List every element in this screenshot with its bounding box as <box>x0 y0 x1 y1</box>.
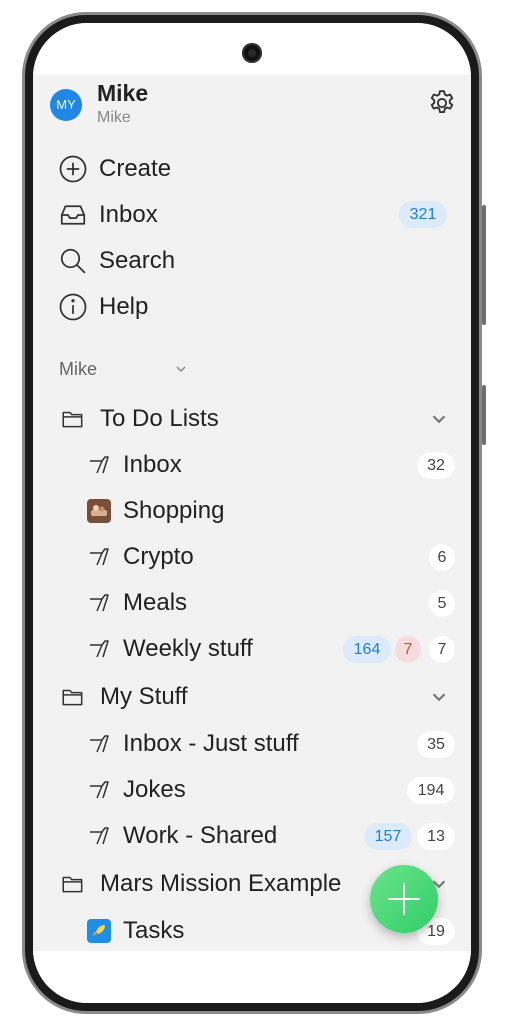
nav-help-label: Help <box>99 293 149 320</box>
list-arrow-icon <box>85 591 113 615</box>
red-count-badge: 7 <box>395 636 421 663</box>
status-area <box>33 23 471 75</box>
list-label: Jokes <box>123 776 186 803</box>
folder-icon <box>58 406 88 432</box>
list-arrow-icon <box>85 778 113 802</box>
blue-count-badge: 157 <box>364 823 412 850</box>
list-arrow-icon <box>85 824 113 848</box>
list-label: Crypto <box>123 543 194 570</box>
shopping-image-icon <box>87 499 111 523</box>
power-button <box>482 205 486 325</box>
folder-label: To Do Lists <box>100 405 219 432</box>
nav-inbox-label: Inbox <box>99 201 158 228</box>
chevron-down-icon[interactable] <box>428 686 450 708</box>
inbox-count-badge: 321 <box>399 201 447 228</box>
count-badge: 13 <box>417 823 455 850</box>
camera-icon <box>242 43 262 63</box>
folder-icon <box>58 684 88 710</box>
nav-search[interactable]: Search <box>33 243 471 279</box>
list-arrow-icon <box>85 545 113 569</box>
tray-icon <box>57 200 89 230</box>
nav-search-label: Search <box>99 247 176 274</box>
folder-my-stuff[interactable]: My Stuff <box>33 679 471 715</box>
volume-button <box>482 385 486 445</box>
count-badge: 7 <box>429 636 455 663</box>
profile-name[interactable]: Mike <box>97 80 148 107</box>
count-badge: 194 <box>407 777 455 804</box>
list-item[interactable]: Shopping <box>33 493 471 529</box>
blue-count-badge: 164 <box>343 636 391 663</box>
folder-icon <box>58 871 88 897</box>
screen: MY Mike Mike Create Inbox 321 Search Hel… <box>33 23 471 1003</box>
list-label: Meals <box>123 589 188 616</box>
list-label: Tasks <box>123 917 185 944</box>
avatar[interactable]: MY <box>50 89 82 121</box>
plus-circle-icon <box>57 154 89 184</box>
nav-create-label: Create <box>99 155 172 182</box>
list-item[interactable]: Meals <box>33 585 471 621</box>
list-label: Shopping <box>123 497 225 524</box>
add-fab-button[interactable] <box>370 865 438 933</box>
count-badge: 5 <box>429 590 455 617</box>
list-label: Work - Shared <box>123 822 278 849</box>
nav-create[interactable]: Create <box>33 151 471 187</box>
list-item[interactable]: Crypto <box>33 539 471 575</box>
list-label: Inbox - Just stuff <box>123 730 299 757</box>
phone-frame: MY Mike Mike Create Inbox 321 Search Hel… <box>22 12 486 1014</box>
chevron-down-icon[interactable] <box>428 408 450 430</box>
info-icon <box>57 292 89 322</box>
list-item[interactable]: Inbox <box>33 447 471 483</box>
workspace-header[interactable]: Mike <box>33 357 471 381</box>
list-item[interactable]: Inbox - Just stuff <box>33 726 471 762</box>
list-arrow-icon <box>85 453 113 477</box>
search-icon <box>57 246 89 276</box>
folder-label: Mars Mission Example <box>100 870 342 897</box>
list-label: Inbox <box>123 451 182 478</box>
list-label: Weekly stuff <box>123 635 253 662</box>
folder-todo-lists[interactable]: To Do Lists <box>33 401 471 437</box>
list-arrow-icon <box>85 637 113 661</box>
gear-icon[interactable] <box>427 88 457 118</box>
folder-label: My Stuff <box>100 683 188 710</box>
chevron-down-icon <box>173 361 189 377</box>
count-badge: 6 <box>429 544 455 571</box>
profile-subtitle: Mike <box>97 109 131 126</box>
nav-help[interactable]: Help <box>33 289 471 325</box>
rocket-icon <box>87 919 111 943</box>
list-arrow-icon <box>85 732 113 756</box>
workspace-label: Mike <box>59 358 98 379</box>
list-item[interactable]: Jokes <box>33 772 471 808</box>
bottom-panel <box>33 951 471 1003</box>
count-badge: 35 <box>417 731 455 758</box>
count-badge: 32 <box>417 452 455 479</box>
